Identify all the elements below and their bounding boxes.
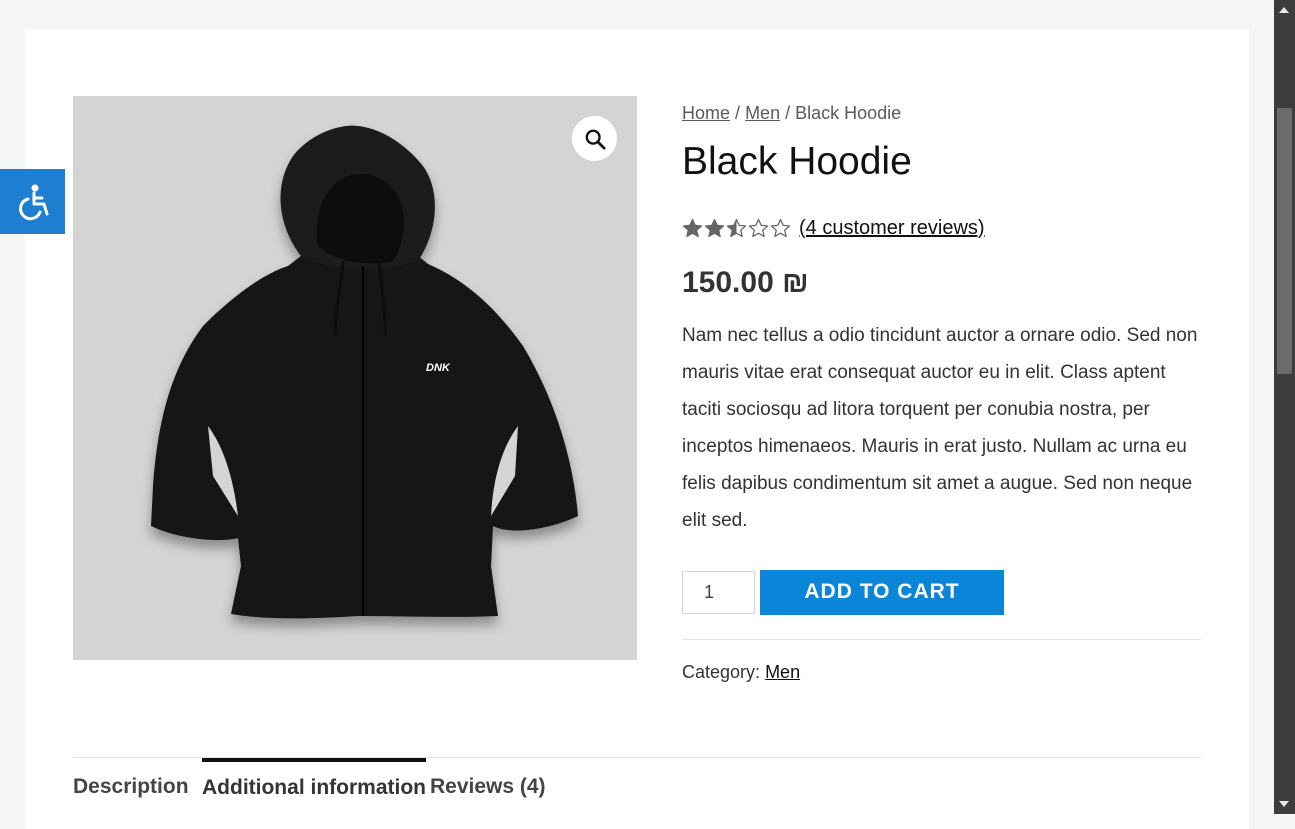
star-rating: [682, 218, 791, 239]
product-price: 150.00 ₪: [682, 266, 809, 300]
magnifier-icon: [585, 129, 606, 150]
zoom-button[interactable]: [572, 116, 617, 161]
breadcrumb-separator: /: [735, 103, 741, 123]
breadcrumb: Home / Men / Black Hoodie: [682, 96, 1201, 130]
tab-reviews[interactable]: Reviews (4): [430, 760, 546, 814]
scroll-up-icon[interactable]: [1279, 7, 1289, 13]
star-icon: [682, 218, 703, 237]
quantity-input[interactable]: [682, 570, 755, 614]
star-icon: [704, 218, 725, 237]
divider: [682, 639, 1201, 641]
breadcrumb-home[interactable]: Home: [682, 103, 730, 123]
product-summary: Home / Men / Black Hoodie Black Hoodie (…: [682, 96, 1201, 683]
product-title: Black Hoodie: [682, 140, 912, 183]
tab-description[interactable]: Description: [73, 760, 189, 814]
add-to-cart-button[interactable]: ADD TO CART: [760, 569, 1004, 615]
reviews-link[interactable]: (4 customer reviews): [799, 217, 985, 240]
product-description: Nam nec tellus a odio tincidunt auctor a…: [682, 325, 1198, 532]
scrollbar[interactable]: [1274, 0, 1295, 814]
star-icon: [770, 218, 791, 237]
wheelchair-icon: [18, 184, 48, 220]
breadcrumb-separator: /: [785, 103, 791, 123]
category-link-men[interactable]: Men: [765, 662, 800, 682]
product-category: Category: Men: [682, 662, 1201, 683]
star-icon: [726, 218, 747, 237]
hoodie-logo: DNK: [426, 362, 451, 374]
breadcrumb-current: Black Hoodie: [795, 103, 902, 123]
accessibility-button[interactable]: [0, 169, 65, 234]
tab-additional-information[interactable]: Additional information: [202, 758, 426, 812]
star-icon: [748, 218, 769, 237]
add-to-cart-form: ADD TO CART: [682, 569, 1201, 615]
scroll-down-icon[interactable]: [1279, 801, 1289, 807]
category-label: Category:: [682, 662, 761, 683]
scrollbar-thumb[interactable]: [1277, 108, 1292, 374]
hoodie-image: DNK: [151, 125, 578, 619]
product-image[interactable]: DNK: [73, 96, 637, 660]
rating-row: (4 customer reviews): [682, 213, 1201, 243]
breadcrumb-men[interactable]: Men: [745, 103, 780, 123]
